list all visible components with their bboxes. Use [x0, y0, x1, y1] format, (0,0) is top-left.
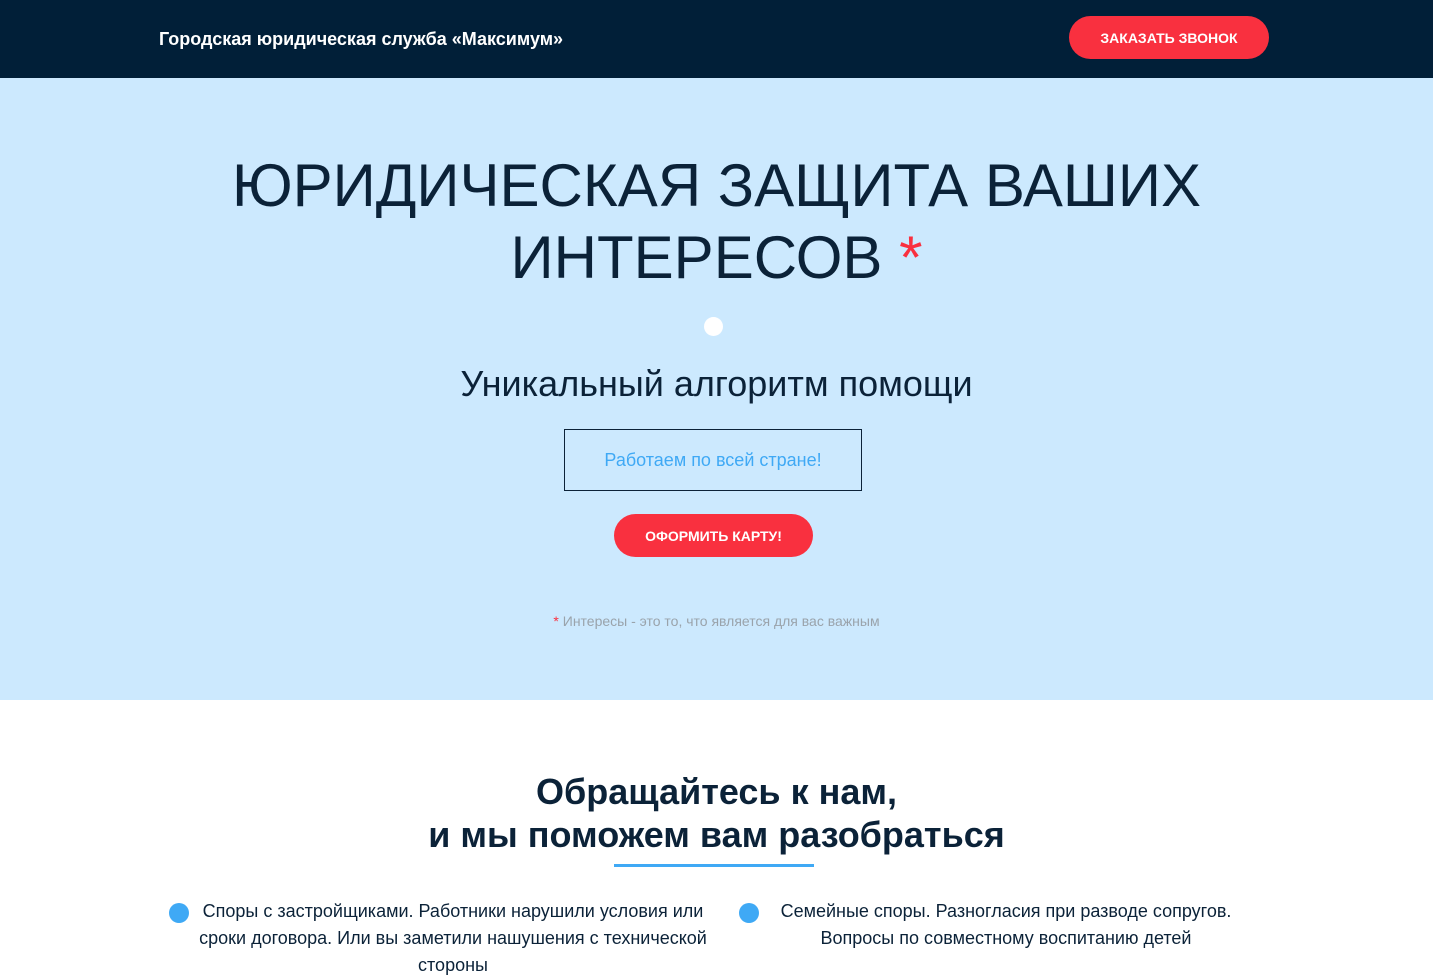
footnote-text: Интересы - это то, что является для вас …	[562, 613, 880, 629]
hero-title-asterisk: *	[899, 224, 923, 291]
title-underline	[614, 864, 814, 867]
service-item: Семейные споры. Разногласия при разводе …	[780, 901, 1232, 948]
brand-name[interactable]: Городская юридическая служба «Максимум»	[159, 29, 563, 50]
hero-footnote: * Интересы - это то, что является для ва…	[0, 613, 1433, 629]
site-header: Городская юридическая служба «Максимум» …	[0, 0, 1433, 78]
services-title-line1: Обращайтесь к нам,	[536, 771, 897, 812]
bullet-dot-icon	[169, 903, 189, 923]
hero-subtitle: Уникальный алгоритм помощи	[460, 363, 973, 404]
hero-title-line1: ЮРИДИЧЕСКАЯ ЗАЩИТА ВАШИХ	[232, 152, 1201, 219]
decorative-dot	[704, 317, 723, 336]
hero-section: ЮРИДИЧЕСКАЯ ЗАЩИТА ВАШИХ ИНТЕРЕСОВ * Уни…	[0, 78, 1433, 700]
service-item: Споры с застройщиками. Работники нарушил…	[199, 901, 707, 975]
order-call-button[interactable]: ЗАКАЗАТЬ ЗВОНОК	[1069, 16, 1269, 59]
nationwide-badge: Работаем по всей стране!	[564, 429, 862, 491]
footnote-asterisk: *	[553, 613, 559, 629]
hero-title: ЮРИДИЧЕСКАЯ ЗАЩИТА ВАШИХ ИНТЕРЕСОВ *	[0, 150, 1433, 294]
get-card-button[interactable]: ОФОРМИТЬ КАРТУ!	[614, 514, 813, 557]
services-title-line2: и мы поможем вам разобраться	[428, 814, 1005, 855]
bullet-dot-icon	[739, 903, 759, 923]
services-title: Обращайтесь к нам, и мы поможем вам разо…	[0, 770, 1433, 856]
hero-title-line2: ИНТЕРЕСОВ	[510, 224, 883, 291]
